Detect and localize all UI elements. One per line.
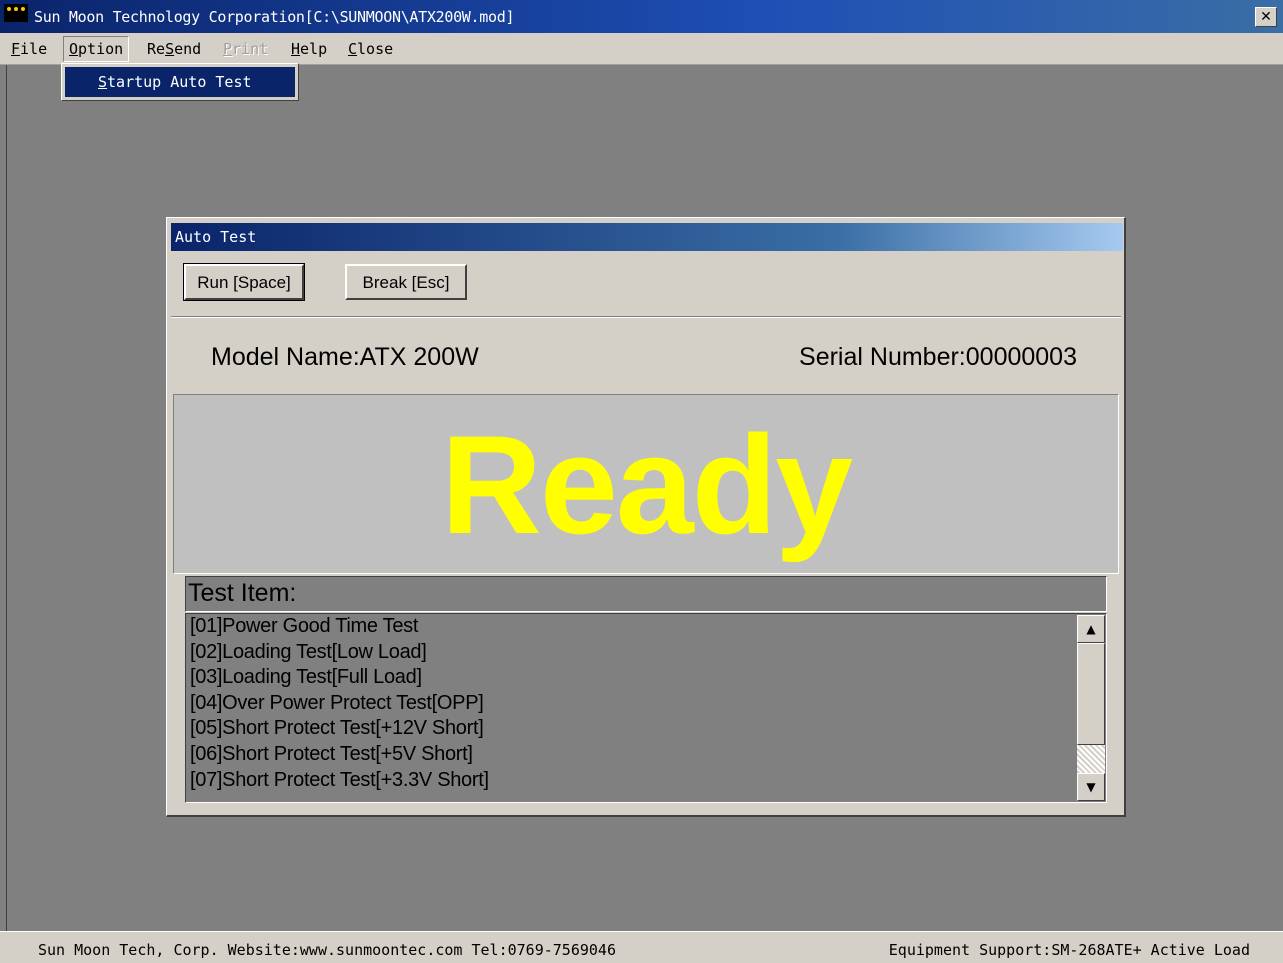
option-dropdown-menu: Startup Auto Test	[61, 63, 299, 101]
arrow-down-icon: ▼	[1086, 780, 1096, 794]
scroll-thumb[interactable]	[1077, 643, 1105, 745]
app-icon[interactable]	[4, 4, 28, 22]
arrow-up-icon: ▲	[1086, 622, 1096, 636]
test-item-header: Test Item:	[185, 576, 1107, 612]
menu-bar: File Option ReSend Print Help Close	[0, 33, 1283, 65]
run-button[interactable]: Run [Space]	[183, 263, 305, 301]
status-text: Ready	[440, 406, 853, 563]
list-item[interactable]: [05]Short Protect Test[+12V Short]	[190, 716, 489, 742]
test-item-list[interactable]: [01]Power Good Time Test [02]Loading Tes…	[185, 613, 1107, 803]
status-bar: Sun Moon Tech, Corp. Website:www.sunmoon…	[0, 931, 1283, 963]
list-item[interactable]: [02]Loading Test[Low Load]	[190, 640, 489, 666]
list-item[interactable]: [04]Over Power Protect Test[OPP]	[190, 691, 489, 717]
list-item[interactable]: [07]Short Protect Test[+3.3V Short]	[190, 768, 489, 794]
menu-help[interactable]: Help	[291, 40, 327, 58]
scroll-down-button[interactable]: ▼	[1077, 773, 1105, 801]
window-title: Sun Moon Technology Corporation[C:\SUNMO…	[34, 8, 515, 26]
menu-print: Print	[223, 40, 269, 58]
model-name: Model Name:ATX 200W	[211, 343, 479, 371]
serial-number: Serial Number:00000003	[799, 343, 1077, 371]
close-window-button[interactable]: ✕	[1255, 7, 1277, 27]
test-item-list-items: [01]Power Good Time Test [02]Loading Tes…	[190, 614, 489, 793]
list-scrollbar[interactable]: ▲ ▼	[1077, 615, 1105, 801]
scroll-up-button[interactable]: ▲	[1077, 615, 1105, 643]
list-item[interactable]: [01]Power Good Time Test	[190, 614, 489, 640]
status-panel: Ready	[173, 394, 1119, 574]
test-item-label: Test Item:	[188, 579, 297, 607]
close-icon: ✕	[1260, 9, 1272, 25]
window-titlebar: Sun Moon Technology Corporation[C:\SUNMO…	[0, 0, 1283, 33]
dialog-title: Auto Test	[171, 223, 1123, 251]
break-button[interactable]: Break [Esc]	[345, 264, 467, 300]
menu-resend[interactable]: ReSend	[147, 40, 201, 58]
menu-item-startup-auto-test[interactable]: Startup Auto Test	[65, 67, 295, 97]
menu-option[interactable]: Option	[63, 36, 130, 62]
auto-test-dialog: Auto Test Run [Space] Break [Esc] Model …	[166, 217, 1126, 817]
status-equipment-support: Equipment Support:SM-268ATE+ Active Load	[888, 941, 1250, 959]
list-item[interactable]: [03]Loading Test[Full Load]	[190, 665, 489, 691]
menu-file[interactable]: File	[11, 40, 47, 58]
divider	[171, 316, 1121, 318]
menu-close[interactable]: Close	[348, 40, 393, 58]
list-item[interactable]: [06]Short Protect Test[+5V Short]	[190, 742, 489, 768]
status-company-info: Sun Moon Tech, Corp. Website:www.sunmoon…	[38, 941, 616, 959]
